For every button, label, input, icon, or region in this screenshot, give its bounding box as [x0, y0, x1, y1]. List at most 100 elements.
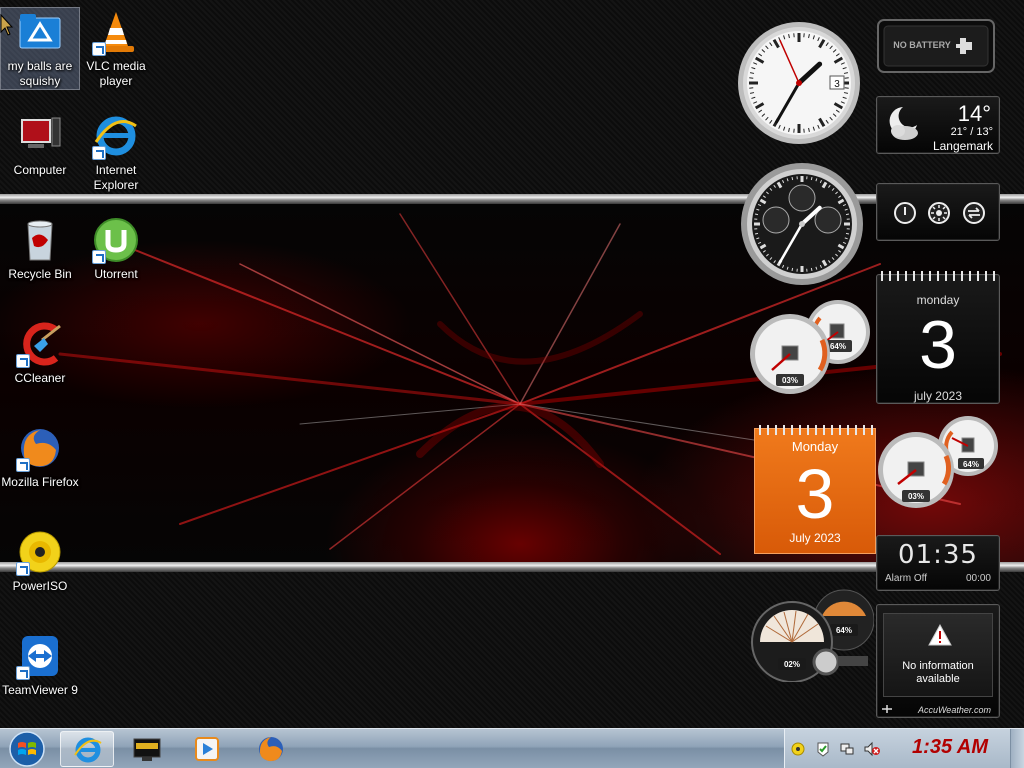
desktop-icon-ie[interactable]: Internet Explorer: [77, 112, 155, 193]
desktop-icon-ccleaner[interactable]: CCleaner: [1, 320, 79, 386]
cpu-meter-gadget-2[interactable]: 64% 03%: [876, 416, 1000, 512]
firefox-icon: [259, 737, 283, 762]
clock-date-text: 3: [834, 79, 840, 90]
moon-cloud-icon: [889, 107, 918, 140]
shortcut-arrow-icon: [16, 354, 30, 368]
clock-tick: [791, 267, 794, 272]
accuweather-gadget[interactable]: No information available AccuWeather.com: [876, 604, 1000, 718]
shortcut-arrow-icon: [16, 666, 30, 680]
windows-media-player-icon: [195, 737, 219, 761]
clock-tick: [754, 213, 759, 216]
taskbar-ie-button[interactable]: [60, 731, 114, 767]
clock-face: 3: [738, 22, 860, 144]
clock-tick: [791, 176, 794, 181]
network-icon[interactable]: [839, 741, 855, 757]
memory-usage-value: 64%: [830, 342, 846, 351]
media-center-icon: [133, 738, 161, 761]
battery-status-label: NO BATTERY: [893, 40, 951, 50]
weather-gadget[interactable]: 14° 21° / 13° Langemark: [876, 96, 1000, 154]
system-tray: 1:35 AM: [784, 729, 1024, 768]
taskbar-clock[interactable]: 1:35 AM: [912, 736, 988, 759]
taskbar-media-player-button[interactable]: [180, 731, 234, 767]
desktop-icon-label: my balls are squishy: [7, 59, 73, 88]
calendar-month-year: July 2023: [789, 531, 841, 545]
desktop-icon-label: CCleaner: [14, 371, 66, 385]
firefox-icon: [16, 424, 64, 472]
switch-icon[interactable]: [962, 201, 986, 225]
calendar-weekday: monday: [916, 293, 960, 307]
desktop-icon-label: TeamViewer 9: [2, 683, 78, 697]
taskbar-firefox-button[interactable]: [244, 731, 298, 767]
start-button[interactable]: [4, 730, 50, 768]
action-center-icon[interactable]: [815, 741, 831, 757]
recycle-bin-icon: [16, 216, 64, 264]
internet-explorer-icon: [74, 737, 102, 763]
calendar-date: 3: [919, 307, 957, 383]
taskbar-media-center-button[interactable]: [120, 731, 174, 767]
shortcut-arrow-icon: [92, 146, 106, 160]
teamviewer-icon: [16, 632, 64, 680]
desktop-icon-recycle-bin[interactable]: Recycle Bin: [1, 216, 79, 282]
calendar-date: 3: [795, 455, 835, 533]
clock-tick: [810, 176, 813, 181]
desktop-icon-utorrent[interactable]: Utorrent: [77, 216, 155, 282]
accuweather-message: No information available: [884, 660, 992, 686]
clock-tick: [810, 267, 813, 272]
accuweather-content: No information available: [883, 613, 993, 697]
calendar-gadget-dark[interactable]: monday 3 july 2023: [876, 271, 1000, 404]
battery-gadget[interactable]: NO BATTERY: [876, 16, 1000, 76]
calendar-month-year: july 2023: [913, 389, 963, 403]
volume-muted-icon[interactable]: [863, 741, 881, 757]
desktop-icon-teamviewer[interactable]: TeamViewer 9: [1, 632, 79, 698]
desktop-icon-label: Utorrent: [94, 267, 138, 281]
desktop-icon-label: PowerISO: [12, 579, 68, 593]
utorrent-icon: [92, 216, 140, 264]
cpu-meter-dials: 64% 02%: [751, 589, 875, 683]
memory-usage-value: 64%: [836, 626, 852, 635]
poweriso-tray-icon[interactable]: [791, 742, 805, 756]
analog-clock-gadget[interactable]: 3: [736, 20, 862, 146]
vlc-cone-icon: [92, 8, 140, 56]
desktop-icon-label: Recycle Bin: [8, 267, 72, 281]
warning-icon: [928, 624, 952, 646]
wallpaper-chrome-rail-top: [0, 194, 1024, 204]
calendar-weekday: Monday: [791, 439, 839, 454]
accuweather-brand-link[interactable]: AccuWeather.com: [918, 705, 991, 715]
memory-usage-value: 64%: [963, 460, 979, 469]
weather-temperature: 14°: [957, 101, 991, 126]
cpu-usage-value: 03%: [782, 376, 798, 385]
desktop-icon-computer[interactable]: Computer: [1, 112, 79, 178]
alarm-status[interactable]: Alarm Off: [885, 573, 927, 584]
shortcut-arrow-icon: [16, 562, 30, 576]
desktop-icon-firefox[interactable]: Mozilla Firefox: [1, 424, 79, 490]
power-options-gadget: [876, 183, 1000, 241]
weather-range: 21° / 13°: [950, 126, 993, 138]
power-icon[interactable]: [893, 201, 917, 225]
accuweather-message-line2: available: [916, 673, 960, 685]
brightness-icon[interactable]: [927, 201, 951, 225]
clock-tick: [845, 232, 850, 235]
accuweather-message-line1: No information: [902, 660, 974, 672]
accuweather-settings-icon[interactable]: [881, 704, 893, 714]
cpu-meter-dials: 64% 03%: [878, 416, 998, 508]
cpu-meter-dials: 64% 03%: [750, 300, 870, 394]
show-desktop-button[interactable]: [1010, 729, 1024, 768]
desktop-icon-label: Internet Explorer: [93, 163, 139, 192]
clock-tick: [754, 232, 759, 235]
desktop-icon-label: VLC media player: [86, 59, 146, 88]
cpu-usage-value: 03%: [908, 492, 924, 501]
chronograph-clock-gadget[interactable]: [740, 162, 864, 286]
calendar-gadget-orange[interactable]: Monday 3 July 2023: [754, 425, 876, 554]
cpu-meter-gadget-1[interactable]: 64% 03%: [750, 300, 874, 396]
desktop-icon-vlc[interactable]: VLC media player: [77, 8, 155, 89]
chronograph-face: [741, 163, 863, 285]
desktop-icon-poweriso[interactable]: PowerISO: [1, 528, 79, 594]
calendar-rings: [759, 425, 873, 435]
desktop-icon-label: Computer: [13, 163, 67, 177]
windows-start-orb-icon: [9, 731, 45, 767]
computer-icon: [16, 112, 64, 160]
cpu-meter-gadget-3[interactable]: 64% 02%: [748, 586, 875, 683]
clock-tick: [845, 213, 850, 216]
alarm-clock-gadget[interactable]: 01:35 Alarm Off 00:00: [876, 535, 1000, 591]
wallpaper-chrome-rail-bottom: [0, 562, 1024, 572]
